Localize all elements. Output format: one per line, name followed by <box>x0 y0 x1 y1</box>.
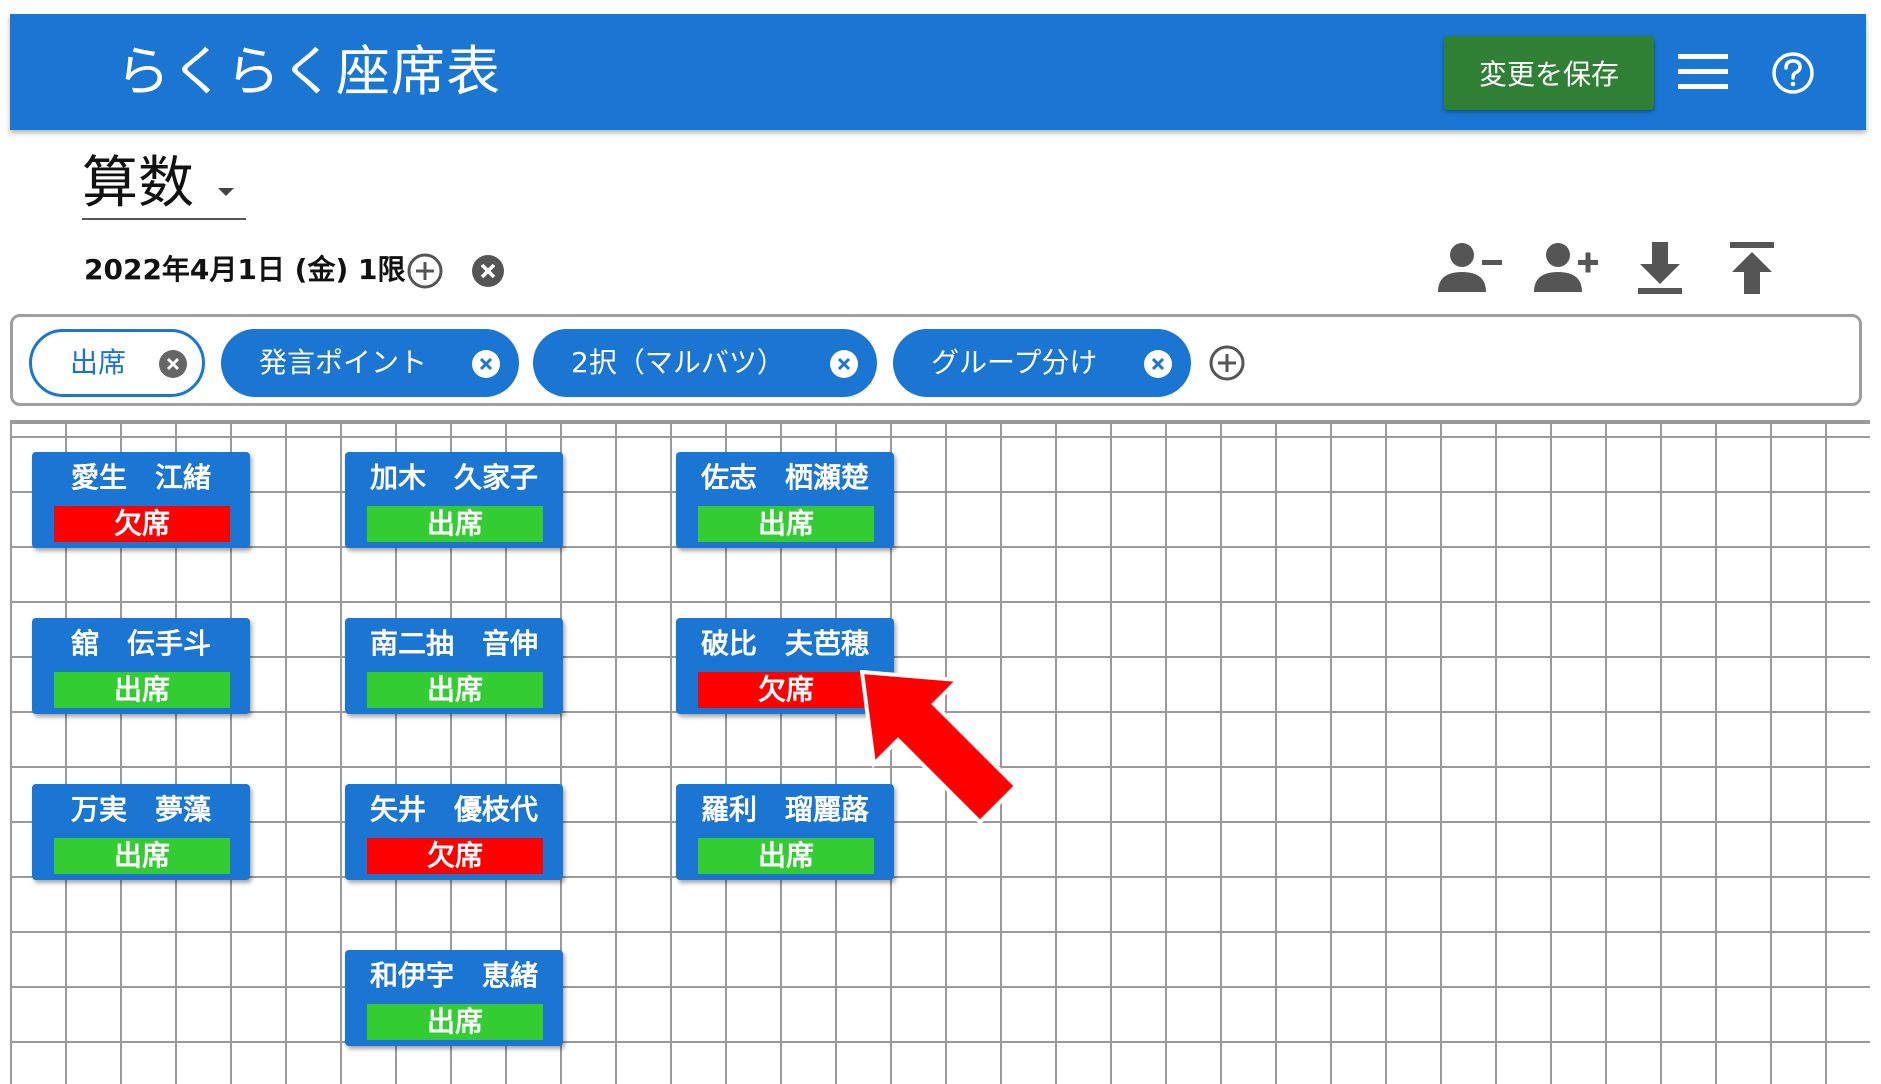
remove-session-icon[interactable] <box>470 253 506 289</box>
hamburger-menu-icon[interactable] <box>1676 52 1730 92</box>
app-title: らくらく座席表 <box>116 40 501 103</box>
subject-select[interactable]: 算数 <box>82 150 246 220</box>
chip-two-choice[interactable]: 2択（マルバツ） <box>533 329 877 397</box>
chip-label: 出席 <box>70 346 127 379</box>
seat-attendance-status[interactable]: 欠席 <box>698 672 874 708</box>
seat-card[interactable]: 万実 夢藻 出席 <box>32 784 250 880</box>
seat-card[interactable]: 舘 伝手斗 出席 <box>32 618 250 714</box>
seat-card[interactable]: 矢井 優枝代 欠席 <box>345 784 563 880</box>
seat-student-name: 和伊宇 恵緒 <box>369 959 538 992</box>
seat-attendance-status[interactable]: 欠席 <box>54 506 230 542</box>
seat-card[interactable]: 和伊宇 恵緒 出席 <box>345 950 563 1046</box>
add-person-icon[interactable] <box>1534 240 1600 296</box>
seat-student-name: 万実 夢藻 <box>70 793 211 826</box>
dropdown-caret-icon <box>218 188 234 196</box>
seat-student-name: 南二抽 音伸 <box>369 627 538 660</box>
seat-attendance-status[interactable]: 出席 <box>367 672 543 708</box>
seat-attendance-status[interactable]: 出席 <box>54 672 230 708</box>
seat-card[interactable]: 加木 久家子 出席 <box>345 452 563 548</box>
chip-label: グループ分け <box>931 346 1098 379</box>
seat-student-name: 加木 久家子 <box>369 461 538 494</box>
save-changes-button[interactable]: 変更を保存 <box>1444 36 1654 110</box>
chip-speaking-points[interactable]: 発言ポイント <box>221 329 519 397</box>
chip-label: 発言ポイント <box>259 346 428 379</box>
add-chip-icon[interactable] <box>1208 344 1246 382</box>
seat-card[interactable]: 南二抽 音伸 出席 <box>345 618 563 714</box>
view-chip-bar: 出席 発言ポイント 2択（マルバツ） グループ分け <box>10 314 1862 406</box>
seat-attendance-status[interactable]: 出席 <box>698 838 874 874</box>
seat-student-name: 舘 伝手斗 <box>70 627 211 660</box>
chip-grouping[interactable]: グループ分け <box>893 329 1191 397</box>
help-circle-icon[interactable] <box>1770 50 1816 96</box>
add-session-icon[interactable] <box>406 252 444 290</box>
seat-attendance-status[interactable]: 出席 <box>698 506 874 542</box>
chip-remove-icon[interactable] <box>471 349 501 379</box>
seat-student-name: 破比 夫芭穂 <box>700 627 869 660</box>
subject-value: 算数 <box>82 151 194 216</box>
seat-student-name: 佐志 栖瀬楚 <box>700 461 869 494</box>
download-icon[interactable] <box>1632 240 1688 296</box>
seat-card[interactable]: 愛生 江緒 欠席 <box>32 452 250 548</box>
chip-remove-icon[interactable] <box>1143 349 1173 379</box>
seat-attendance-status[interactable]: 出席 <box>367 506 543 542</box>
seat-student-name: 矢井 優枝代 <box>369 793 538 826</box>
pointer-arrow-icon <box>860 670 1019 825</box>
session-label: 2022年4月1日 (金) 1限 <box>84 253 406 286</box>
seat-attendance-status[interactable]: 欠席 <box>367 838 543 874</box>
seat-student-name: 愛生 江緒 <box>70 461 211 494</box>
seat-card[interactable]: 佐志 栖瀬楚 出席 <box>676 452 894 548</box>
seat-attendance-status[interactable]: 出席 <box>367 1004 543 1040</box>
remove-person-icon[interactable] <box>1438 240 1508 296</box>
chip-attendance[interactable]: 出席 <box>29 329 205 397</box>
chip-label: 2択（マルバツ） <box>571 346 785 379</box>
app-bar: らくらく座席表 変更を保存 <box>10 14 1866 130</box>
seat-attendance-status[interactable]: 出席 <box>54 838 230 874</box>
chip-remove-icon[interactable] <box>158 349 188 379</box>
upload-icon[interactable] <box>1724 240 1780 296</box>
chip-remove-icon[interactable] <box>829 349 859 379</box>
